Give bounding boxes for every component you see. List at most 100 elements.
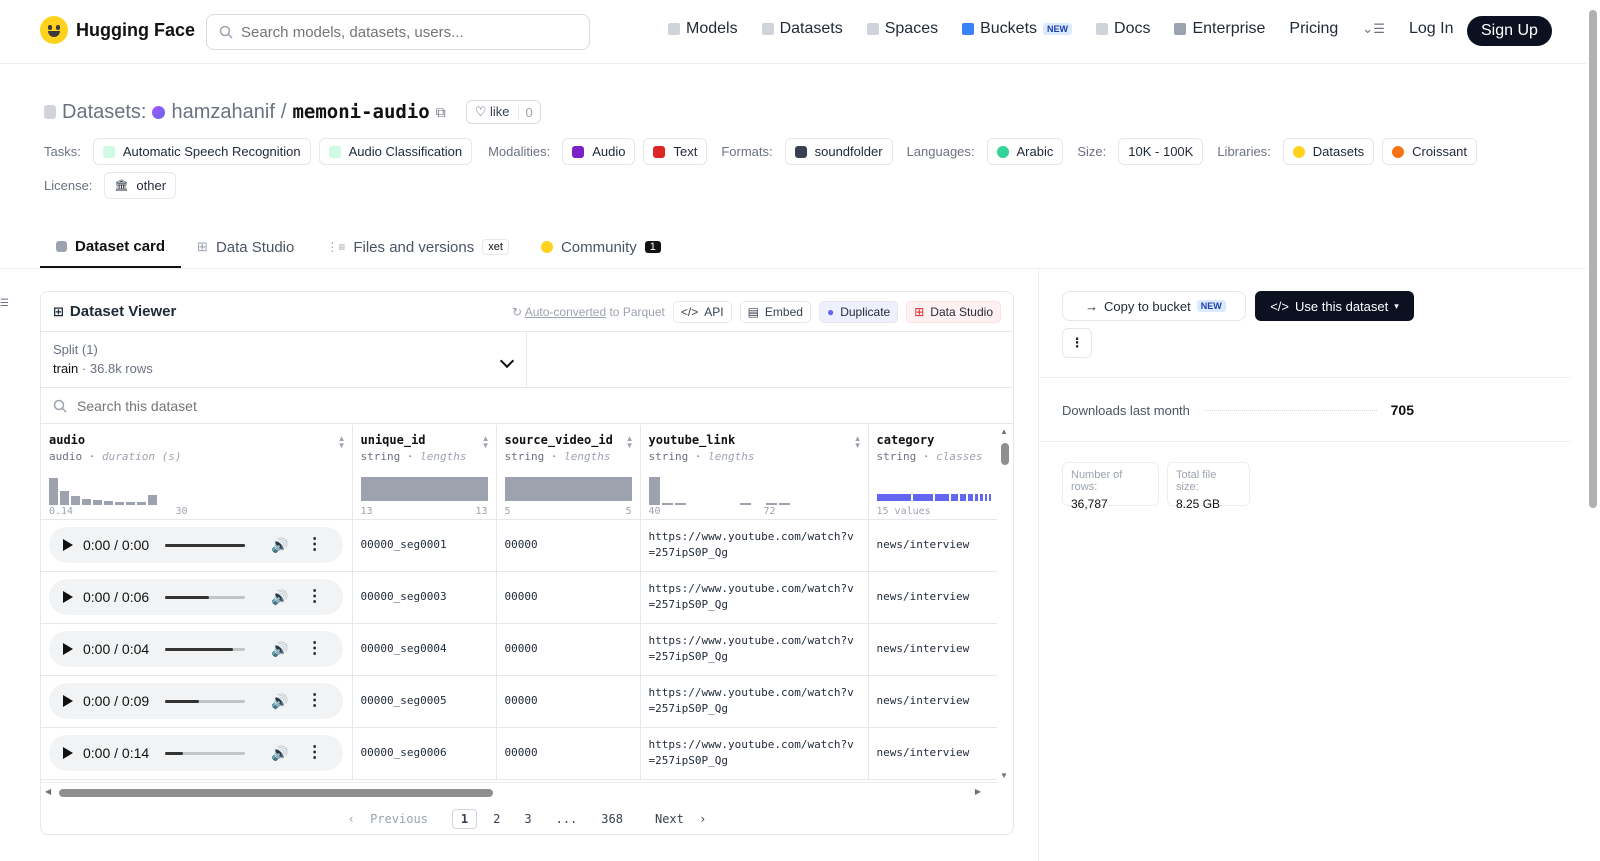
scroll-down-icon[interactable]: ▼: [1000, 771, 1008, 780]
dataset-name[interactable]: memoni-audio: [292, 101, 429, 123]
play-icon[interactable]: [63, 539, 73, 551]
more-menu-button[interactable]: ⌄☰: [1362, 21, 1385, 37]
table-row[interactable]: 0:00 / 0:00 🔊 ⋮ 00000_seg0001 00000 https://w…: [41, 519, 999, 572]
kebab-icon[interactable]: ⋮: [307, 589, 323, 605]
page-3[interactable]: 3: [516, 810, 539, 828]
column-header-youtube-link[interactable]: youtube_link string · lengths ▲ ▼ 40 72: [640, 425, 869, 520]
source-video-id-cell[interactable]: 00000: [496, 675, 641, 728]
audio-seek-slider[interactable]: [165, 543, 246, 547]
tag-soundfolder[interactable]: soundfolder: [784, 138, 893, 165]
tab-files-versions[interactable]: ⋮≡ Files and versions xet: [310, 226, 525, 268]
audio-seek-slider[interactable]: [165, 699, 246, 703]
source-video-id-cell[interactable]: 00000: [496, 519, 641, 572]
column-header-source-video-id[interactable]: source_video_id string · lengths ▲ ▼ 55: [496, 425, 641, 520]
nav-enterprise[interactable]: Enterprise: [1174, 20, 1265, 38]
audio-seek-slider[interactable]: [165, 751, 246, 755]
category-cell[interactable]: news/interview: [868, 727, 999, 780]
audio-player[interactable]: 0:00 / 0:04 🔊 ⋮: [49, 631, 343, 667]
page-scrollbar[interactable]: [1586, 0, 1600, 861]
vertical-scrollbar[interactable]: ▲ ▼: [997, 425, 1013, 782]
embed-button[interactable]: ▤ Embed: [739, 300, 811, 323]
youtube-link-cell[interactable]: https://www.youtube.com/watch?v=257ipS0P…: [640, 727, 869, 780]
play-icon[interactable]: [63, 747, 73, 759]
tag-audio[interactable]: Audio: [562, 138, 636, 165]
volume-icon[interactable]: 🔊: [271, 537, 288, 553]
category-cell[interactable]: news/interview: [868, 571, 999, 624]
kebab-icon[interactable]: ⋮: [307, 537, 323, 553]
source-video-id-cell[interactable]: 00000: [496, 727, 641, 780]
sort-icon[interactable]: ▲ ▼: [482, 435, 490, 450]
audio-player[interactable]: 0:00 / 0:06 🔊 ⋮: [49, 579, 343, 615]
scroll-right-icon[interactable]: ▶: [975, 787, 981, 796]
nav-spaces[interactable]: Spaces: [866, 20, 938, 38]
tag-license-other[interactable]: 🏛 other: [104, 172, 177, 199]
tag-size[interactable]: 10K - 100K: [1118, 138, 1204, 165]
column-header-unique-id[interactable]: unique_id string · lengths ▲ ▼ 13 13: [352, 425, 497, 520]
audio-seek-slider[interactable]: [165, 595, 246, 599]
source-video-id-cell[interactable]: 00000: [496, 623, 641, 676]
brand-logo[interactable]: Hugging Face: [40, 16, 195, 44]
unique-id-cell[interactable]: 00000_seg0004: [352, 623, 497, 676]
volume-icon[interactable]: 🔊: [271, 745, 288, 761]
duplicate-button[interactable]: ● Duplicate: [818, 300, 899, 323]
category-cell[interactable]: news/interview: [868, 519, 999, 572]
nav-pricing[interactable]: Pricing: [1289, 20, 1338, 38]
nav-models[interactable]: Models: [668, 20, 738, 38]
global-search-input[interactable]: [241, 23, 571, 41]
previous-page-button[interactable]: ‹ Previous: [340, 810, 444, 828]
table-row[interactable]: 0:00 / 0:06 🔊 ⋮ 00000_seg0003 00000 https://w…: [41, 571, 999, 624]
volume-icon[interactable]: 🔊: [271, 641, 288, 657]
nav-docs[interactable]: Docs: [1096, 20, 1150, 38]
category-cell[interactable]: news/interview: [868, 675, 999, 728]
audio-seek-slider[interactable]: [165, 647, 246, 651]
volume-icon[interactable]: 🔊: [271, 693, 288, 709]
sort-icon[interactable]: ▲ ▼: [626, 435, 634, 450]
unique-id-cell[interactable]: 00000_seg0006: [352, 727, 497, 780]
source-video-id-cell[interactable]: 00000: [496, 571, 641, 624]
owner-avatar[interactable]: [152, 105, 166, 119]
play-icon[interactable]: [63, 591, 73, 603]
audio-player[interactable]: 0:00 / 0:14 🔊 ⋮: [49, 735, 343, 771]
scrollbar-thumb[interactable]: [1001, 443, 1009, 465]
dataset-search[interactable]: [41, 388, 1013, 424]
kebab-icon[interactable]: ⋮: [307, 641, 323, 657]
audio-player[interactable]: 0:00 / 0:00 🔊 ⋮: [49, 527, 343, 563]
tab-community[interactable]: Community 1: [525, 226, 677, 268]
table-row[interactable]: 0:00 / 0:09 🔊 ⋮ 00000_seg0005 00000 https://w…: [41, 675, 999, 728]
copy-icon[interactable]: ⧉: [436, 104, 446, 121]
login-link[interactable]: Log In: [1409, 20, 1453, 38]
unique-id-cell[interactable]: 00000_seg0001: [352, 519, 497, 572]
tag-arabic[interactable]: Arabic: [986, 138, 1064, 165]
sort-icon[interactable]: ▲ ▼: [338, 435, 346, 450]
scroll-left-icon[interactable]: ◀: [45, 787, 51, 796]
tag-datasets-lib[interactable]: Datasets: [1282, 138, 1375, 165]
tag-audio-classification[interactable]: Audio Classification: [318, 138, 473, 165]
tab-data-studio[interactable]: ⊞ Data Studio: [181, 226, 310, 268]
unique-id-cell[interactable]: 00000_seg0003: [352, 571, 497, 624]
nav-buckets[interactable]: Buckets NEW: [962, 20, 1073, 38]
dataset-owner[interactable]: hamzahanif: [171, 101, 274, 124]
more-options-button[interactable]: ⋮: [1062, 328, 1092, 358]
copy-to-bucket-button[interactable]: → Copy to bucket NEW: [1062, 291, 1246, 321]
auto-converted-link[interactable]: Auto-converted: [525, 305, 606, 319]
next-page-button[interactable]: Next ›: [639, 810, 714, 828]
audio-player[interactable]: 0:00 / 0:09 🔊 ⋮: [49, 683, 343, 719]
volume-icon[interactable]: 🔊: [271, 589, 288, 605]
data-studio-button[interactable]: ⊞ Data Studio: [906, 300, 1001, 323]
category-cell[interactable]: news/interview: [868, 623, 999, 676]
split-dropdown[interactable]: Split (1) train · 36.8k rows: [41, 332, 527, 387]
page-2[interactable]: 2: [485, 810, 508, 828]
kebab-icon[interactable]: ⋮: [307, 693, 323, 709]
global-search[interactable]: [206, 14, 590, 50]
scrollbar-thumb[interactable]: [1589, 10, 1597, 508]
page-1[interactable]: 1: [451, 809, 478, 829]
youtube-link-cell[interactable]: https://www.youtube.com/watch?v=257ipS0P…: [640, 571, 869, 624]
unique-id-cell[interactable]: 00000_seg0005: [352, 675, 497, 728]
use-this-dataset-button[interactable]: </> Use this dataset ▾: [1255, 291, 1414, 321]
play-icon[interactable]: [63, 695, 73, 707]
page-368[interactable]: 368: [593, 810, 631, 828]
tag-asr[interactable]: Automatic Speech Recognition: [92, 138, 311, 165]
api-button[interactable]: </> API: [672, 300, 732, 323]
sort-icon[interactable]: ▲ ▼: [854, 435, 862, 450]
nav-datasets[interactable]: Datasets: [761, 20, 843, 38]
